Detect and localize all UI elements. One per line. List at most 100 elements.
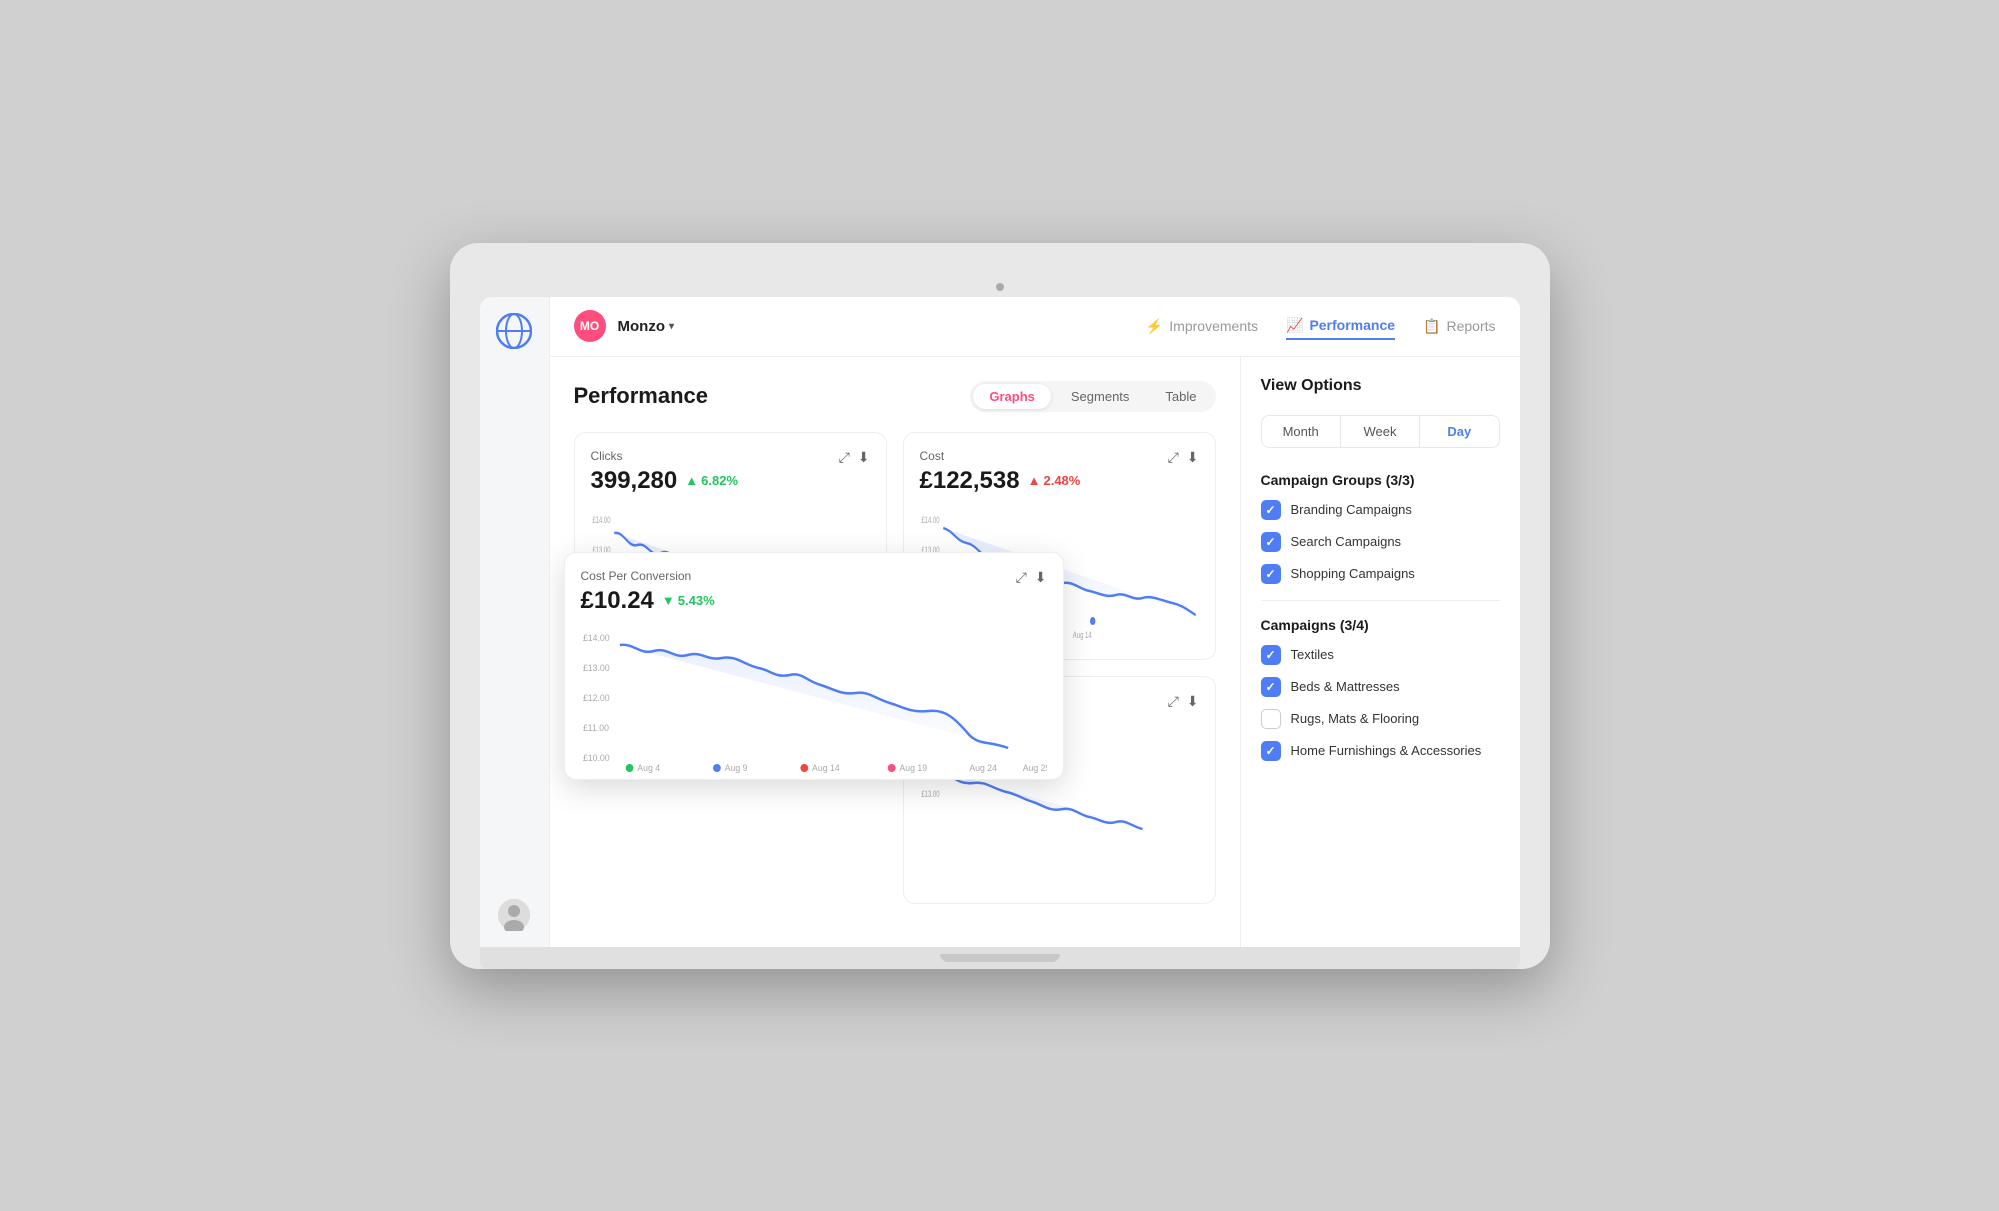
checkbox-item-search[interactable]: ✓ Search Campaigns: [1261, 532, 1500, 552]
main-content: MO Monzo ▾ ⚡ Improvements 📈: [550, 297, 1520, 947]
cpc-label: Cost Per Conversion: [581, 569, 1047, 583]
app-container: MO Monzo ▾ ⚡ Improvements 📈: [480, 297, 1520, 947]
checkbox-item-rugs[interactable]: Rugs, Mats & Flooring: [1261, 709, 1500, 729]
cost-label: Cost: [920, 449, 1199, 463]
content-area: Performance Graphs Segments Table: [550, 357, 1520, 947]
checkbox-textiles[interactable]: ✓: [1261, 645, 1281, 665]
laptop-screen: MO Monzo ▾ ⚡ Improvements 📈: [480, 297, 1520, 947]
checkbox-rugs[interactable]: [1261, 709, 1281, 729]
brand-initials: MO: [580, 319, 599, 333]
clicks-change: ▲ 6.82%: [685, 473, 738, 488]
checkbox-shopping[interactable]: ✓: [1261, 564, 1281, 584]
download-icon[interactable]: ⬇: [858, 449, 870, 466]
panel-title: View Options: [1261, 377, 1500, 395]
checkmark-icon: ✓: [1265, 535, 1275, 549]
cost-change: ▲ 2.48%: [1028, 473, 1081, 488]
checkbox-item-home[interactable]: ✓ Home Furnishings & Accessories: [1261, 741, 1500, 761]
performance-section: Performance Graphs Segments Table: [550, 357, 1240, 947]
svg-text:Aug 29: Aug 29: [1022, 762, 1046, 772]
top-nav: MO Monzo ▾ ⚡ Improvements 📈: [550, 297, 1520, 357]
expand-icon[interactable]: ⤢: [1168, 693, 1179, 710]
svg-text:£14.00: £14.00: [921, 514, 939, 525]
checkbox-item-branding[interactable]: ✓ Branding Campaigns: [1261, 500, 1500, 520]
checkbox-item-beds[interactable]: ✓ Beds & Mattresses: [1261, 677, 1500, 697]
cpc-value: £10.24 ▼ 5.43%: [581, 587, 1047, 615]
clicks-actions: ⤢ ⬇: [839, 449, 870, 466]
arrow-down-icon: ▼: [662, 593, 675, 608]
chart-card-cost-per-conversion: Cost Per Conversion £10.24 ▼ 5.43%: [564, 552, 1064, 780]
time-option-week[interactable]: Week: [1341, 416, 1420, 447]
svg-text:Aug 4: Aug 4: [637, 762, 660, 772]
checkbox-home[interactable]: ✓: [1261, 741, 1281, 761]
sidebar-user-avatar: [498, 899, 530, 931]
campaigns-list: ✓ Textiles ✓ Beds & Mattresses: [1261, 645, 1500, 761]
section-header: Performance Graphs Segments Table: [574, 381, 1216, 412]
svg-text:Aug 9: Aug 9: [724, 762, 747, 772]
svg-text:£10.00: £10.00: [582, 752, 609, 762]
sidebar-logo: [496, 313, 532, 354]
brand-name[interactable]: Monzo ▾: [618, 318, 675, 335]
checkbox-branding[interactable]: ✓: [1261, 500, 1281, 520]
nav-item-performance[interactable]: 📈 Performance: [1286, 313, 1395, 340]
svg-text:£14.00: £14.00: [592, 514, 610, 525]
brand-badge: MO: [574, 310, 606, 342]
nav-item-reports[interactable]: 📋 Reports: [1423, 314, 1495, 339]
svg-text:£13.00: £13.00: [921, 788, 939, 799]
checkbox-search[interactable]: ✓: [1261, 532, 1281, 552]
svg-text:£13.00: £13.00: [582, 662, 609, 672]
arrow-up-icon: ▲: [685, 473, 698, 488]
time-options: Month Week Day: [1261, 415, 1500, 448]
checkbox-item-shopping[interactable]: ✓ Shopping Campaigns: [1261, 564, 1500, 584]
charts-wrapper: Clicks 399,280 ▲ 6.82%: [574, 432, 1216, 904]
nav-item-improvements[interactable]: ⚡ Improvements: [1146, 314, 1258, 339]
checkmark-icon: ✓: [1265, 567, 1275, 581]
search-label: Search Campaigns: [1291, 534, 1402, 549]
conversions-actions: ⤢ ⬇: [1168, 693, 1199, 710]
svg-text:Aug 19: Aug 19: [899, 762, 927, 772]
clicks-value: 399,280 ▲ 6.82%: [591, 467, 870, 495]
cost-actions: ⤢ ⬇: [1168, 449, 1199, 466]
cpc-actions: ⤢ ⬇: [1016, 569, 1047, 586]
panel-divider: [1261, 600, 1500, 601]
page-title: Performance: [574, 383, 709, 409]
laptop-frame: MO Monzo ▾ ⚡ Improvements 📈: [450, 243, 1550, 969]
shopping-label: Shopping Campaigns: [1291, 566, 1415, 581]
download-icon[interactable]: ⬇: [1187, 693, 1199, 710]
svg-text:£11.00: £11.00: [582, 722, 608, 732]
reports-icon: 📋: [1423, 318, 1440, 335]
download-icon[interactable]: ⬇: [1035, 569, 1047, 586]
home-label: Home Furnishings & Accessories: [1291, 743, 1482, 758]
checkbox-item-textiles[interactable]: ✓ Textiles: [1261, 645, 1500, 665]
time-option-month[interactable]: Month: [1262, 416, 1341, 447]
expand-icon[interactable]: ⤢: [1168, 449, 1179, 466]
checkmark-icon: ✓: [1265, 503, 1275, 517]
laptop-base: [480, 947, 1520, 969]
campaigns-title: Campaigns (3/4): [1261, 617, 1500, 633]
svg-text:£14.00: £14.00: [582, 632, 609, 642]
sidebar: [480, 297, 550, 947]
checkmark-icon: ✓: [1265, 648, 1275, 662]
avatar-image: [498, 899, 530, 931]
branding-label: Branding Campaigns: [1291, 502, 1412, 517]
tab-segments[interactable]: Segments: [1055, 384, 1146, 409]
campaign-groups-list: ✓ Branding Campaigns ✓ Search Campaigns: [1261, 500, 1500, 584]
laptop-notch: [940, 954, 1060, 962]
textiles-label: Textiles: [1291, 647, 1334, 662]
clicks-label: Clicks: [591, 449, 870, 463]
tab-graphs[interactable]: Graphs: [973, 384, 1051, 409]
tab-table[interactable]: Table: [1149, 384, 1212, 409]
checkbox-beds[interactable]: ✓: [1261, 677, 1281, 697]
time-option-day[interactable]: Day: [1420, 416, 1498, 447]
svg-text:£12.00: £12.00: [582, 692, 609, 702]
beds-label: Beds & Mattresses: [1291, 679, 1400, 694]
expand-icon[interactable]: ⤢: [1016, 569, 1027, 586]
download-icon[interactable]: ⬇: [1187, 449, 1199, 466]
checkmark-icon: ✓: [1265, 680, 1275, 694]
svg-text:Aug 14: Aug 14: [1072, 629, 1092, 640]
nav-items: ⚡ Improvements 📈 Performance 📋 Reports: [1146, 313, 1496, 340]
cpc-chart-area: £14.00 £13.00 £12.00 £11.00 £10.00: [581, 623, 1047, 763]
camera-dot: [996, 283, 1004, 291]
expand-icon[interactable]: ⤢: [839, 449, 850, 466]
campaign-groups-title: Campaign Groups (3/3): [1261, 472, 1500, 488]
right-panel: View Options Month Week Day Campaign Gro…: [1240, 357, 1520, 947]
